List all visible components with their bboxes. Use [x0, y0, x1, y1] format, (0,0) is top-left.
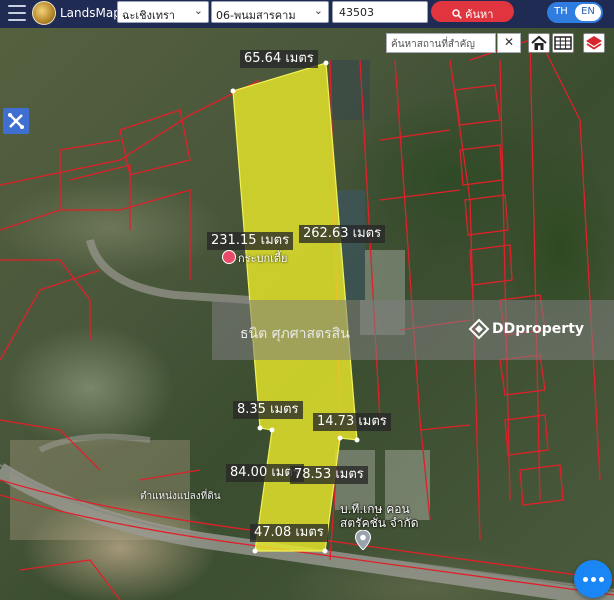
- home-icon: [531, 35, 547, 50]
- measurement-label: 47.08 เมตร: [250, 524, 328, 542]
- chevron-down-icon: ⌄: [193, 4, 203, 17]
- vertex: [230, 88, 236, 94]
- more-options-button[interactable]: [574, 560, 612, 598]
- measurement-label: 262.63 เมตร: [299, 225, 386, 243]
- district-select[interactable]: 06-พนมสารคาม ⌄: [211, 1, 329, 23]
- more-icon: [591, 577, 596, 582]
- vertex: [337, 435, 343, 441]
- watermark-owner: ธนิต ศุภศาสตรสิน: [240, 326, 350, 342]
- lang-en[interactable]: EN: [575, 4, 601, 21]
- home-button[interactable]: [528, 33, 550, 53]
- layers-icon: [586, 36, 602, 50]
- vertex: [322, 548, 328, 554]
- language-toggle[interactable]: TH EN: [547, 2, 603, 23]
- province-select[interactable]: ฉะเชิงเทรา ⌄: [117, 1, 209, 23]
- top-bar: LandsMaps ฉะเชิงเทรา ⌄ 06-พนมสารคาม ⌄ 43…: [0, 0, 614, 28]
- lang-th[interactable]: TH: [547, 2, 575, 23]
- vertex: [257, 425, 263, 431]
- pond: [330, 60, 370, 120]
- poi-icon: [222, 250, 236, 264]
- search-button[interactable]: ค้นหา: [431, 1, 514, 22]
- company-label: บ.ที.เกษ คอนสตรัคชั่น จำกัด: [340, 502, 419, 530]
- poi-label: กระบกเตี้ย: [238, 252, 288, 265]
- vertex: [252, 548, 258, 554]
- grid-icon: [554, 36, 572, 50]
- chevron-down-icon: ⌄: [313, 4, 323, 17]
- search-button-label: ค้นหา: [465, 8, 494, 21]
- postal-code-input[interactable]: 43503: [332, 1, 428, 23]
- more-icon: [599, 577, 604, 582]
- measurement-label: 14.73 เมตร: [313, 413, 391, 431]
- measurement-label: 231.15 เมตร: [207, 232, 294, 250]
- clear-search-button[interactable]: ✕: [497, 33, 521, 53]
- watermark-brand: DDproperty: [492, 321, 585, 337]
- road-label: ตำแหน่งแปลงที่ดิน: [140, 491, 221, 502]
- location-pin-icon[interactable]: [355, 530, 371, 550]
- vertex: [323, 60, 329, 66]
- ddproperty-logo-icon: [468, 318, 490, 340]
- place-search-input[interactable]: ค้นหาสถานที่สำคัญ: [386, 33, 496, 53]
- more-icon: [583, 577, 588, 582]
- measurement-label: 8.35 เมตร: [233, 401, 303, 419]
- search-icon: [451, 9, 462, 19]
- vertex: [269, 427, 275, 433]
- district-value: 06-พนมสารคาม: [216, 9, 296, 22]
- measurement-label: 78.53 เมตร: [290, 466, 368, 484]
- logo-icon: [32, 1, 56, 25]
- vertex: [354, 437, 360, 443]
- measure-tool-button[interactable]: [3, 108, 29, 134]
- measurement-label: 65.64 เมตร: [240, 50, 318, 68]
- layers-button[interactable]: [583, 33, 605, 53]
- grid-button[interactable]: [552, 33, 574, 53]
- measure-icon: [8, 113, 24, 129]
- province-value: ฉะเชิงเทรา: [122, 9, 176, 22]
- hamburger-icon[interactable]: [8, 5, 26, 21]
